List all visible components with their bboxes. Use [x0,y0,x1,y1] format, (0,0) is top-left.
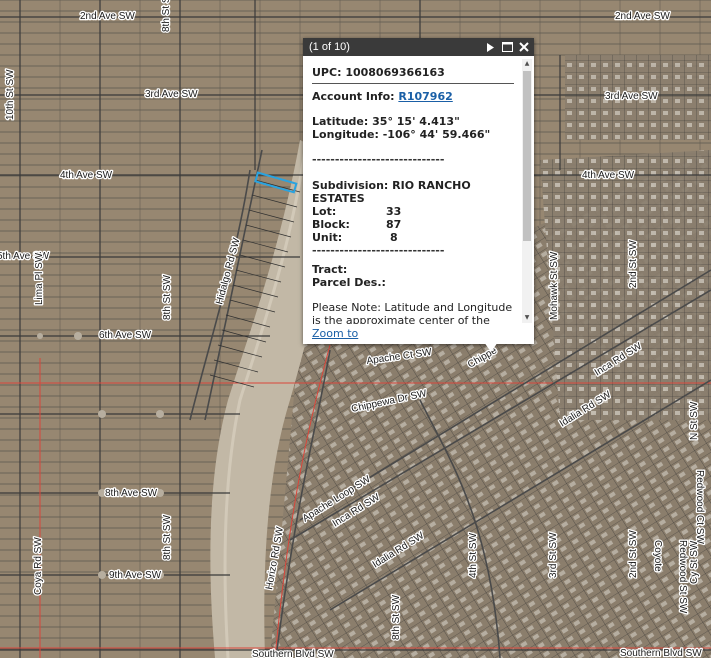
street-label: 2nd St SW [628,240,639,288]
maximize-icon [501,42,513,52]
maximize-button[interactable] [500,40,514,54]
street-label: 3rd St SW [548,532,559,578]
street-label: Mohawk St SW [549,251,560,320]
popup-pointer [484,342,498,352]
close-button[interactable] [517,40,531,54]
tract-row: Tract: [312,263,348,276]
unit-row: Unit: 8 [312,231,398,244]
street-label: Southern Blvd SW [620,648,702,658]
street-label: Redwood St SW [677,540,688,614]
popup-counter: (1 of 10) [309,41,350,53]
street-label: 8th St SW [162,274,173,320]
popup-content[interactable]: UPC: 1008069366163 Account Info: R107962… [303,56,520,324]
street-label: Lima Pl SW [34,252,45,305]
street-label: 8th Ave SW [105,488,158,499]
street-label: 6th Ave SW [99,330,152,341]
latitude-row: Latitude: 35° 15' 4.413" [312,115,460,128]
zoom-to-link[interactable]: Zoom to [312,327,358,340]
street-label: Coyote [652,540,663,572]
subdivision-row: Subdivision: RIO RANCHO ESTATES [312,179,471,205]
street-label: 3rd Ave SW [605,91,658,102]
popup-scrollbar[interactable]: ▲ ▼ [522,59,532,323]
parcel-description-row: Parcel Des.: [312,276,386,289]
upc-value: 1008069366163 [345,66,445,79]
lot-row: Lot: 33 [312,205,402,218]
street-label: Cy St SW [689,540,700,584]
account-link[interactable]: R107962 [398,90,452,103]
parcel-info-popup: (1 of 10) UPC: 1008069366163 Account Inf… [303,38,534,344]
scroll-down-icon[interactable]: ▼ [523,314,531,322]
street-label: 8th St SW [391,594,402,640]
scroll-thumb[interactable] [523,71,531,241]
street-label: 8th St SW [162,514,173,560]
street-label: Coya Rd SW [33,537,44,595]
street-label: N St SW [689,401,700,440]
street-label: 2nd Ave SW [615,11,670,22]
popup-header: (1 of 10) [303,38,534,56]
block-row: Block: 87 [312,218,402,231]
street-label: 4th Ave SW [60,170,113,181]
street-label: 4th Ave SW [582,170,635,181]
next-feature-button[interactable] [483,40,497,54]
street-label: 4th St SW [468,532,479,578]
divider: ----------------------------- [312,153,445,166]
street-label: Southern Blvd SW [252,649,334,658]
scroll-up-icon[interactable]: ▲ [523,60,531,68]
upc-row: UPC: 1008069366163 [312,66,445,79]
street-label: 3rd Ave SW [145,89,198,100]
street-label: 2nd Ave SW [80,11,135,22]
account-row: Account Info: R107962 [312,90,453,103]
close-icon [519,42,529,52]
street-label: Redwood Ct SW [694,470,705,544]
street-label: 10th St SW [5,69,16,120]
play-icon [486,42,494,52]
street-label: 9th Ave SW [109,570,162,581]
location-note: Please Note: Latitude and Longitude is t… [312,301,513,324]
longitude-row: Longitude: -106° 44' 59.466" [312,128,491,141]
street-label: 8th St SW [161,0,172,32]
street-label: 2nd St SW [628,530,639,578]
divider: ----------------------------- [312,244,445,257]
